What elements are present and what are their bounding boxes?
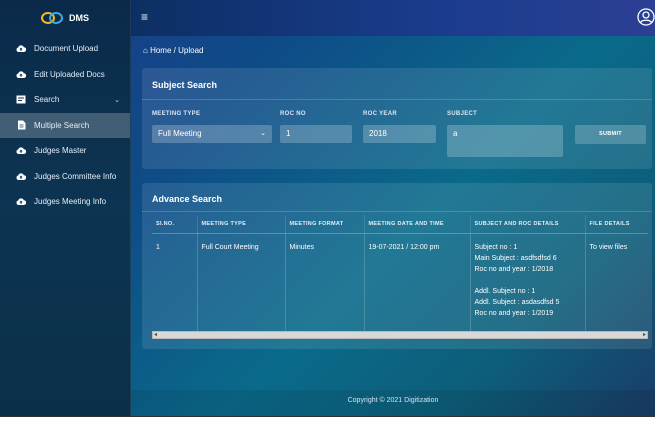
subject-label: SUBJECT	[447, 111, 478, 117]
detail-line: Addl. Subject no : 1	[474, 287, 536, 295]
search-panel-icon	[16, 95, 26, 105]
sidebar-item-label: Multiple Search	[34, 120, 90, 130]
cloud-upload-icon	[16, 146, 26, 156]
sidebar-item-label: Edit Uploaded Docs	[34, 69, 105, 79]
col-header-file-details: FILE DETAILS	[585, 215, 648, 234]
sidebar-item-label: Search	[34, 95, 60, 105]
sidebar-item-document-upload[interactable]: Document Upload	[0, 36, 130, 62]
roc-year-input[interactable]: 2018	[363, 125, 436, 143]
col-header-meeting-format: MEETING FORMAT	[285, 215, 365, 234]
advance-search-card: Advance Search SI.NO. MEETING TYPE MEETI…	[142, 183, 652, 349]
chevron-down-icon: ⌄	[260, 130, 266, 137]
table-header-row: SI.NO. MEETING TYPE MEETING FORMAT MEETI…	[152, 215, 648, 234]
subject-search-card: Subject Search MEETING TYPE Full Meeting…	[142, 68, 652, 169]
footer: Copyright © 2021 Digitization	[347, 397, 439, 404]
horizontal-scrollbar[interactable]: ◂ ▸	[152, 331, 648, 339]
divider	[142, 99, 652, 100]
advance-search-title: Advance Search	[152, 194, 223, 204]
scroll-right-icon[interactable]: ▸	[643, 331, 646, 338]
col-header-meeting-type: MEETING TYPE	[197, 215, 286, 234]
meeting-type-value: Full Meeting	[158, 129, 202, 138]
app-window: DMS Document Upload Edit Uploaded Docs Sea…	[0, 0, 655, 416]
meeting-type-select[interactable]: Full Meeting ⌄	[152, 125, 272, 143]
roc-year-value: 2018	[369, 129, 387, 138]
sidebar-item-multiple-search[interactable]: Multiple Search	[0, 112, 130, 138]
table-row: 1 Full Court Meeting Minutes 19-07-2021 …	[152, 233, 648, 331]
document-icon	[16, 120, 26, 130]
cloud-upload-icon	[16, 44, 26, 54]
cell-meeting-type: Full Court Meeting	[197, 233, 286, 331]
sidebar-item-search[interactable]: Search ⌄	[0, 87, 130, 113]
sidebar-item-label: Judges Committee Info	[34, 171, 117, 181]
breadcrumb-separator: /	[173, 46, 176, 55]
cloud-upload-icon	[16, 197, 26, 207]
logo-icon	[41, 12, 63, 24]
breadcrumb-home[interactable]: Home	[150, 46, 171, 55]
col-header-subject-roc: SUBJECT AND ROC DETAILS	[470, 215, 586, 234]
detail-line: Roc no and year : 1/2019	[474, 309, 554, 317]
submit-button[interactable]: SUBMIT	[575, 125, 646, 144]
roc-year-label: ROC YEAR	[363, 111, 397, 117]
hamburger-icon[interactable]: ≡	[141, 10, 148, 24]
sidebar-item-label: Judges Meeting Info	[34, 197, 107, 207]
sidebar-item-judges-meeting-info[interactable]: Judges Meeting Info	[0, 189, 130, 215]
topbar: ≡	[131, 0, 655, 36]
results-table: SI.NO. MEETING TYPE MEETING FORMAT MEETI…	[152, 215, 648, 331]
cell-file-details-link[interactable]: To view files	[585, 233, 648, 331]
cloud-upload-icon	[16, 171, 26, 181]
sidebar-item-label: Document Upload	[34, 44, 99, 54]
cell-sino: 1	[152, 233, 198, 331]
home-icon[interactable]: ⌂	[143, 46, 148, 55]
detail-line: Main Subject : asdfsdfsd 6	[474, 254, 557, 262]
col-header-sino: SI.NO.	[152, 215, 198, 234]
subject-textarea[interactable]: a	[447, 125, 563, 157]
scroll-left-icon[interactable]: ◂	[154, 331, 157, 338]
chevron-down-icon: ⌄	[114, 96, 120, 104]
user-circle-icon[interactable]	[637, 8, 655, 26]
breadcrumb-current: Upload	[178, 46, 204, 55]
subject-value: a	[453, 129, 458, 138]
roc-no-input[interactable]: 1	[280, 125, 352, 143]
cloud-upload-icon	[16, 69, 26, 79]
detail-spacer	[475, 275, 581, 286]
detail-line: Addl. Subject : asdasdfsd 5	[474, 298, 560, 306]
roc-no-value: 1	[286, 129, 291, 138]
sidebar-item-label: Judges Master	[34, 146, 87, 156]
meeting-type-label: MEETING TYPE	[152, 111, 201, 117]
breadcrumb: ⌂ Home / Upload	[143, 46, 203, 55]
col-header-date-time: MEETING DATE AND TIME	[364, 215, 471, 234]
roc-no-label: ROC NO	[280, 111, 306, 117]
sidebar: DMS Document Upload Edit Uploaded Docs Sea…	[0, 0, 131, 416]
brand-name: DMS	[69, 13, 89, 23]
subject-search-title: Subject Search	[152, 80, 218, 90]
brand[interactable]: DMS	[0, 0, 130, 36]
cell-date-time: 19-07-2021 / 12:00 pm	[364, 233, 471, 331]
sidebar-item-judges-master[interactable]: Judges Master	[0, 138, 130, 164]
cell-subject-roc: Subject no : 1 Main Subject : asdfsdfsd …	[470, 233, 586, 331]
detail-line: Roc no and year : 1/2018	[474, 265, 554, 273]
divider	[142, 211, 652, 212]
sidebar-item-judges-committee-info[interactable]: Judges Committee Info	[0, 164, 130, 190]
cell-meeting-format: Minutes	[285, 233, 365, 331]
detail-line: Subject no : 1	[474, 243, 518, 251]
bottom-border	[0, 416, 655, 417]
sidebar-item-edit-uploaded-docs[interactable]: Edit Uploaded Docs	[0, 62, 130, 88]
